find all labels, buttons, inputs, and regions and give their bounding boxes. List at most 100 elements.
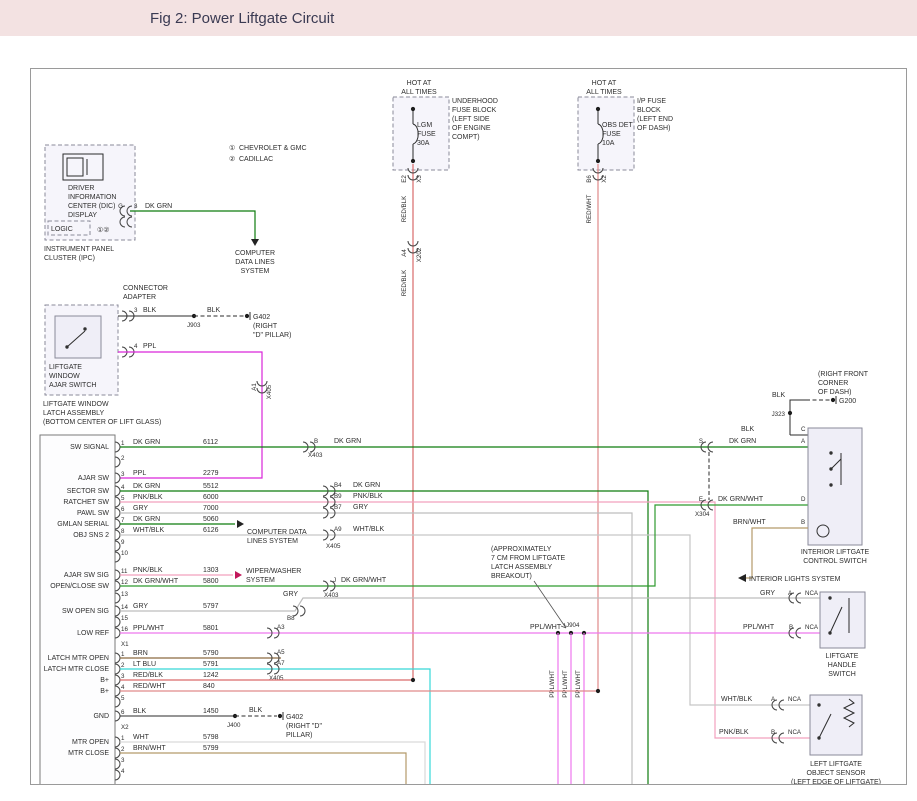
circuit-number: 6000 (203, 494, 219, 501)
wire-color: DK GRN (133, 483, 160, 490)
wire-wht-5798 (120, 742, 425, 784)
page-title: Fig 2: Power Liftgate Circuit (150, 10, 334, 27)
ground-g402-loc: PILLAR) (286, 732, 312, 739)
conn-x202: X202 (416, 247, 423, 262)
wire-color: DK GRN/WHT (341, 577, 387, 584)
pin-function: LATCH MTR CLOSE (44, 666, 110, 673)
nca-label: NCA (788, 729, 802, 736)
wire-label-ppl: PPL (143, 343, 156, 350)
wire-color: DK GRN (729, 438, 756, 445)
wire-color: WHT/BLK (721, 696, 752, 703)
handle-switch-label: SWITCH (828, 671, 856, 678)
contact-dot (829, 451, 832, 454)
pin-function: MTR CLOSE (68, 750, 109, 757)
circuit-number: 840 (203, 683, 215, 690)
handle-switch-label: LIFTGATE (826, 653, 859, 660)
fuse1-loc: (LEFT SIDE (452, 116, 490, 123)
pin-c: C (801, 426, 806, 433)
fuse1-loc: OF ENGINE (452, 125, 491, 132)
all-times-label: ALL TIMES (586, 89, 622, 96)
wire-color: PNK/BLK (133, 494, 163, 501)
pin-function: GND (93, 713, 109, 720)
window-switch-label: AJAR SWITCH (49, 382, 96, 389)
logic-label: LOGIC (51, 226, 73, 233)
wire-color: WHT/BLK (133, 527, 164, 534)
legend-circle-1: ① (229, 144, 235, 152)
fuse2-rating: 10A (602, 140, 615, 147)
circuit-number: 1242 (203, 672, 219, 679)
conn-x405: X405 (266, 384, 273, 399)
circuit-number: 5060 (203, 516, 219, 523)
pin-function: SW OPEN SIG (62, 608, 109, 615)
ground-g402-loc: (RIGHT "D" (286, 723, 322, 730)
contact-dot (83, 327, 86, 330)
conn-x405: X405 (326, 543, 341, 550)
dic-label: INFORMATION (68, 194, 116, 201)
wire-color: DK GRN (334, 438, 361, 445)
legend-circle-2: ② (229, 155, 235, 163)
pin-function: PAWL SW (77, 510, 109, 517)
wire-label-blk: BLK (741, 426, 755, 433)
pin-b: B (801, 519, 805, 526)
wire-label-ppl-wht: PPL/WHT (549, 670, 556, 698)
wire-color: DK GRN (133, 516, 160, 523)
conn-pin-j: J (333, 577, 336, 584)
pin-number: 8 (121, 528, 125, 535)
junction-dot (596, 689, 600, 693)
pin-function: LOW REF (77, 630, 109, 637)
ipc-label: INSTRUMENT PANEL (44, 246, 114, 253)
conn-x304: X304 (695, 511, 710, 518)
liftgate-handle-switch-box (820, 592, 865, 648)
wire-color: RED/WHT (133, 683, 166, 690)
g200-loc: OF DASH) (818, 389, 851, 396)
pin-number: 4 (121, 768, 125, 775)
adapter-label: ADAPTER (123, 294, 156, 301)
wire-label-blk: BLK (207, 307, 221, 314)
pin-number: 16 (121, 626, 128, 633)
wiper-washer-system: WIPER/WASHER (246, 568, 301, 575)
make-legend: ① CHEVROLET & GMC ② CADILLAC (229, 144, 307, 163)
pin-3: 3 (134, 307, 138, 314)
junction-dot (411, 678, 415, 682)
wire-color: PNK/BLK (133, 567, 163, 574)
pin-function: AJAR SW SIG (64, 572, 109, 579)
note-pointer-icon (534, 581, 566, 628)
wiper-washer-system: SYSTEM (246, 577, 275, 584)
pin-number: 9 (121, 539, 125, 546)
wire-color: WHT (133, 734, 150, 741)
pin-number: 13 (121, 591, 128, 598)
wire-color: BRN (133, 650, 148, 657)
data-lines-arrow-icon (251, 239, 259, 246)
pin-number: 11 (121, 568, 128, 575)
wire-color: DK GRN/WHT (718, 496, 764, 503)
conn-pin-s: S (699, 438, 703, 445)
conn-pin-a3: A3 (277, 624, 285, 631)
wire-color: PNK/BLK (719, 729, 749, 736)
fuse-top-dot (411, 107, 415, 111)
wire-brn-wht-5799 (120, 753, 406, 784)
latch-assembly-label: LATCH ASSEMBLY (43, 410, 105, 417)
legend-item-cadillac: CADILLAC (239, 156, 273, 163)
pin-number: 6 (121, 709, 125, 716)
conn-pin-a7: A7 (277, 660, 285, 667)
pin-number: 6 (121, 506, 125, 513)
wire-rows: DK GRN 6112 B X403 DK GRN PPL 2279 DK GR… (120, 438, 820, 784)
wire-color: PPL/WHT (530, 624, 562, 631)
g200-loc: (RIGHT FRONT (818, 371, 869, 378)
ground-g402-loc: "D" PILLAR) (253, 332, 291, 339)
note-line: (APPROXIMATELY (491, 546, 552, 553)
wire-label-blk: BLK (143, 307, 157, 314)
conn-x3: X3 (416, 175, 423, 183)
object-sensor-label: OBJECT SENSOR (807, 770, 866, 777)
splice-j904: J904 (566, 622, 580, 629)
pin-number: 12 (121, 579, 128, 586)
wire-label-ppl-wht: PPL/WHT (562, 670, 569, 698)
hot-at-label: HOT AT (592, 80, 617, 87)
fuse1-rating: 30A (417, 140, 430, 147)
wire-label-ppl-wht: PPL/WHT (575, 670, 582, 698)
lights-system-arrow-icon (738, 574, 746, 582)
fuse2-loc: (LEFT END (637, 116, 673, 123)
control-switch-label: INTERIOR LIFTGATE (801, 549, 870, 556)
ground-g402-dot (278, 714, 282, 718)
wiper-washer-arrow-icon (235, 571, 242, 579)
